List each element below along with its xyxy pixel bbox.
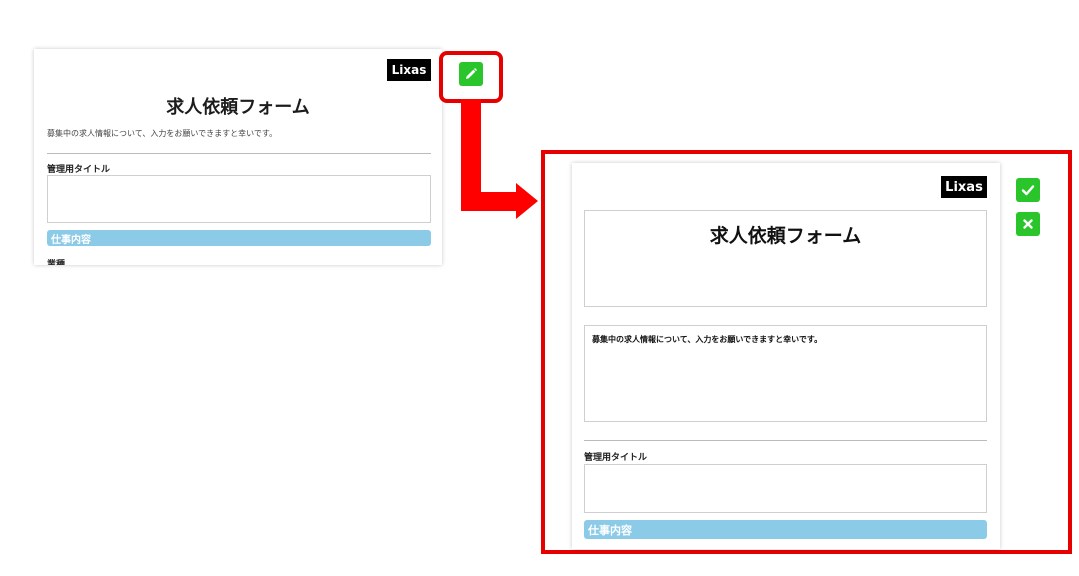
arrow-shaft-horizontal bbox=[461, 192, 523, 211]
lixas-logo: Lixas bbox=[387, 59, 431, 81]
divider bbox=[584, 440, 987, 441]
title-edit-box[interactable]: 求人依頼フォーム bbox=[584, 210, 987, 307]
pencil-icon bbox=[464, 67, 478, 81]
cancel-button[interactable] bbox=[1016, 212, 1040, 236]
close-icon bbox=[1022, 218, 1034, 230]
check-icon bbox=[1021, 183, 1035, 197]
lixas-logo: Lixas bbox=[941, 176, 987, 198]
form-edit-card: Lixas 求人依頼フォーム 募集中の求人情報について、入力をお願いできますと幸… bbox=[572, 163, 1000, 549]
confirm-button[interactable] bbox=[1016, 178, 1040, 202]
form-preview-card: Lixas 求人依頼フォーム 募集中の求人情報について、入力をお願いできますと幸… bbox=[34, 49, 442, 265]
arrow-head bbox=[516, 183, 538, 219]
form-description: 募集中の求人情報について、入力をお願いできますと幸いです。 bbox=[592, 335, 823, 344]
job-description-section-header: 仕事内容 bbox=[47, 230, 431, 246]
admin-title-label: 管理用タイトル bbox=[47, 165, 111, 175]
admin-title-input[interactable] bbox=[47, 175, 431, 223]
admin-title-input[interactable] bbox=[584, 464, 987, 513]
edit-button[interactable] bbox=[459, 62, 483, 86]
form-title: 求人依頼フォーム bbox=[166, 97, 310, 118]
industry-label: 業種 bbox=[47, 260, 66, 265]
admin-title-label: 管理用タイトル bbox=[584, 453, 648, 463]
divider bbox=[47, 153, 431, 154]
form-description: 募集中の求人情報について、入力をお願いできますと幸いです。 bbox=[47, 129, 278, 138]
job-description-section-header: 仕事内容 bbox=[584, 520, 987, 539]
description-edit-box[interactable]: 募集中の求人情報について、入力をお願いできますと幸いです。 bbox=[584, 325, 987, 422]
form-title: 求人依頼フォーム bbox=[709, 225, 862, 247]
